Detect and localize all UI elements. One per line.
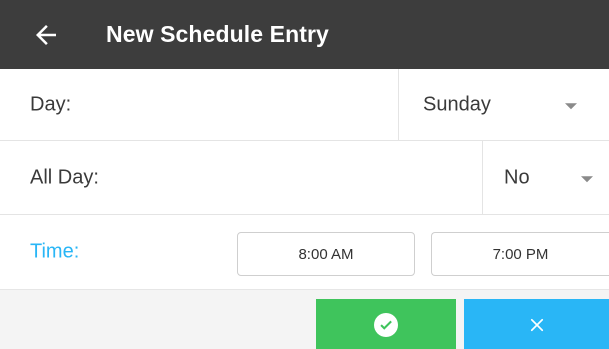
day-select-value: Sunday — [423, 93, 491, 115]
page-title: New Schedule Entry — [106, 21, 329, 47]
chevron-down-icon — [565, 102, 577, 109]
title-bar: New Schedule Entry — [0, 0, 609, 69]
day-label: Day: — [30, 93, 72, 115]
time-label: Time: — [30, 240, 80, 263]
time-row: Time: 8:00 AM 7:00 PM — [0, 215, 609, 289]
start-time-button[interactable]: 8:00 AM — [237, 232, 415, 276]
confirm-button[interactable] — [316, 299, 456, 349]
check-circle-icon — [374, 312, 398, 337]
arrow-left-icon — [36, 24, 56, 45]
cancel-button[interactable] — [464, 299, 609, 349]
action-bar — [0, 289, 609, 349]
close-icon — [530, 318, 543, 331]
all-day-label: All Day: — [30, 166, 99, 188]
end-time-button[interactable]: 7:00 PM — [431, 232, 609, 276]
back-button[interactable] — [0, 0, 92, 69]
all-day-select-value: No — [504, 166, 530, 188]
day-row: Day: Sunday — [0, 69, 609, 141]
day-select[interactable]: Sunday — [398, 69, 609, 140]
all-day-select[interactable]: No — [482, 141, 609, 214]
all-day-row: All Day: No — [0, 141, 609, 215]
chevron-down-icon — [581, 175, 593, 182]
